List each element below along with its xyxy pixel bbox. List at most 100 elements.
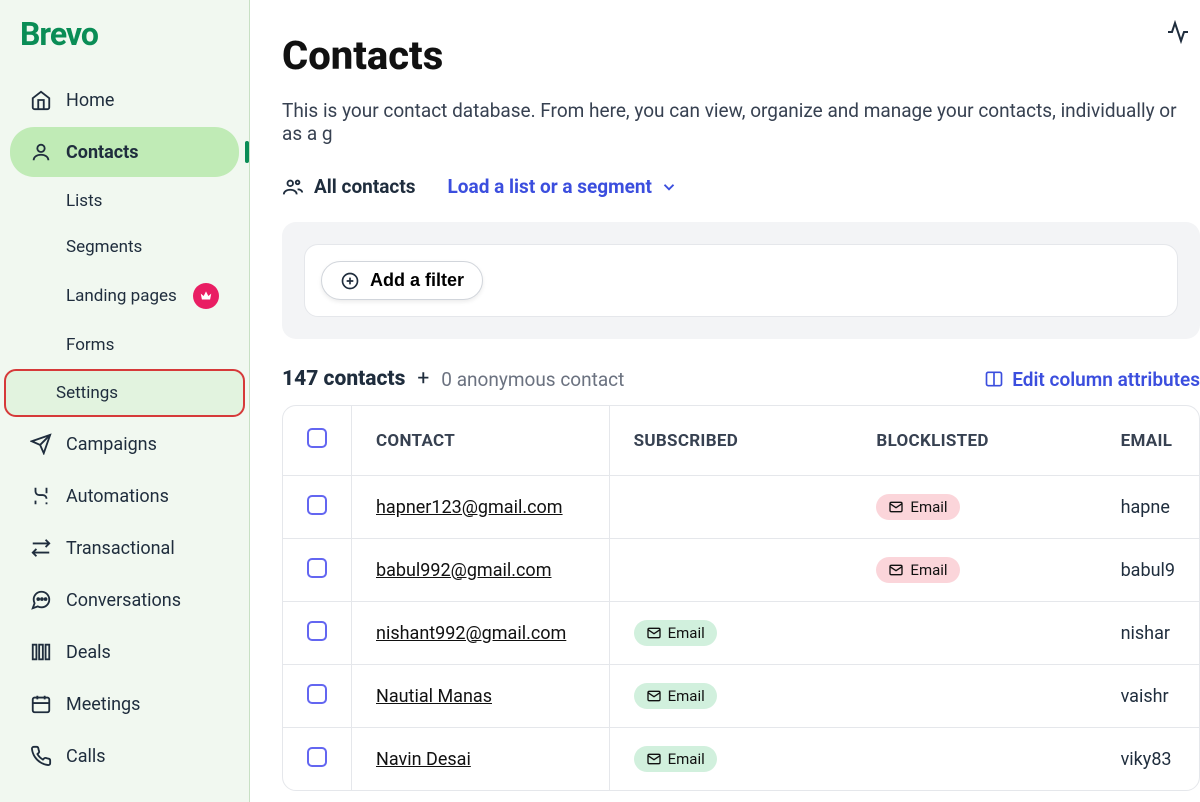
col-blocklisted[interactable]: BLOCKLISTED	[852, 406, 1096, 476]
crown-badge-icon	[193, 283, 219, 309]
activity-icon[interactable]	[1166, 20, 1190, 48]
edit-column-attributes-button[interactable]: Edit column attributes	[984, 368, 1200, 391]
pill-label: Email	[668, 624, 705, 642]
table-row[interactable]: Nautial Manas Email vaishr	[283, 665, 1199, 728]
contact-link[interactable]: Navin Desai	[376, 749, 471, 770]
subitem-label: Segments	[66, 237, 142, 257]
tab-all-contacts[interactable]: All contacts	[282, 175, 416, 198]
sidebar-item-label: Automations	[66, 486, 169, 507]
contacts-count: 147 contacts	[282, 367, 405, 391]
email-pill: Email	[634, 683, 717, 709]
sidebar-item-automations[interactable]: Automations	[10, 471, 239, 521]
row-checkbox[interactable]	[307, 684, 327, 704]
subitem-label: Lists	[66, 191, 102, 211]
sidebar-subitem-forms[interactable]: Forms	[10, 323, 239, 367]
page-title: Contacts	[282, 32, 1200, 79]
home-icon	[30, 89, 52, 111]
mail-icon	[888, 562, 904, 578]
row-checkbox[interactable]	[307, 747, 327, 767]
pill-label: Email	[910, 561, 947, 579]
subitem-label: Settings	[56, 383, 118, 403]
email-cell: hapne	[1097, 476, 1199, 539]
sidebar-item-deals[interactable]: Deals	[10, 627, 239, 677]
contacts-table-wrap: CONTACT SUBSCRIBED BLOCKLISTED EMAIL hap…	[282, 405, 1200, 791]
filter-panel: Add a filter	[282, 222, 1200, 339]
pill-label: Email	[910, 498, 947, 516]
email-cell: viky83	[1097, 728, 1199, 791]
count-row: 147 contacts + 0 anonymous contact Edit …	[282, 367, 1200, 391]
table-row[interactable]: hapner123@gmail.com Email hapne	[283, 476, 1199, 539]
contact-link[interactable]: babul992@gmail.com	[376, 560, 551, 581]
mail-icon	[646, 688, 662, 704]
row-checkbox[interactable]	[307, 495, 327, 515]
email-cell: nishar	[1097, 602, 1199, 665]
sidebar-item-label: Campaigns	[66, 434, 157, 455]
mail-icon	[646, 751, 662, 767]
sidebar-item-contacts[interactable]: Contacts	[10, 127, 239, 177]
col-email[interactable]: EMAIL	[1097, 406, 1199, 476]
plus-separator: +	[417, 367, 429, 391]
sidebar-subitem-settings[interactable]: Settings	[4, 369, 245, 417]
sidebar-item-label: Deals	[66, 642, 111, 663]
table-row[interactable]: babul992@gmail.com Email babul9	[283, 539, 1199, 602]
send-icon	[30, 433, 52, 455]
columns-icon	[984, 369, 1004, 389]
sidebar-subitem-segments[interactable]: Segments	[10, 225, 239, 269]
tab-label: All contacts	[314, 175, 416, 198]
brand-logo: Brevo	[0, 15, 249, 73]
sidebar-item-transactional[interactable]: Transactional	[10, 523, 239, 573]
row-checkbox[interactable]	[307, 558, 327, 578]
row-checkbox[interactable]	[307, 621, 327, 641]
email-pill: Email	[634, 620, 717, 646]
contact-link[interactable]: Nautial Manas	[376, 686, 492, 707]
contact-link[interactable]: nishant992@gmail.com	[376, 623, 566, 644]
mail-icon	[888, 499, 904, 515]
chat-icon	[30, 589, 52, 611]
email-pill: Email	[876, 557, 959, 583]
sidebar-item-label: Meetings	[66, 694, 140, 715]
tab-load-list-segment[interactable]: Load a list or a segment	[448, 175, 678, 198]
calendar-icon	[30, 693, 52, 715]
add-filter-label: Add a filter	[370, 270, 464, 291]
sidebar-item-campaigns[interactable]: Campaigns	[10, 419, 239, 469]
tab-label: Load a list or a segment	[448, 175, 652, 198]
table-row[interactable]: Navin Desai Email viky83	[283, 728, 1199, 791]
select-all-checkbox[interactable]	[307, 428, 327, 448]
sidebar-subitem-lists[interactable]: Lists	[10, 179, 239, 223]
subitem-label: Forms	[66, 335, 114, 355]
filter-inner: Add a filter	[304, 244, 1178, 317]
sidebar-item-meetings[interactable]: Meetings	[10, 679, 239, 729]
subitem-label: Landing pages	[66, 286, 177, 306]
col-subscribed[interactable]: SUBSCRIBED	[609, 406, 852, 476]
email-pill: Email	[876, 494, 959, 520]
contacts-table: CONTACT SUBSCRIBED BLOCKLISTED EMAIL hap…	[283, 406, 1199, 790]
sidebar: Brevo Home Contacts Lists Segments Landi…	[0, 0, 250, 802]
email-cell: babul9	[1097, 539, 1199, 602]
add-filter-button[interactable]: Add a filter	[321, 261, 483, 300]
sidebar-subitem-landing-pages[interactable]: Landing pages	[10, 271, 239, 321]
email-cell: vaishr	[1097, 665, 1199, 728]
col-contact[interactable]: CONTACT	[352, 406, 610, 476]
table-row[interactable]: nishant992@gmail.com Email nishar	[283, 602, 1199, 665]
contact-link[interactable]: hapner123@gmail.com	[376, 497, 563, 518]
pill-label: Email	[668, 750, 705, 768]
tabs-row: All contacts Load a list or a segment	[282, 175, 1200, 198]
sidebar-item-calls[interactable]: Calls	[10, 731, 239, 781]
sidebar-item-label: Calls	[66, 746, 106, 767]
sidebar-item-home[interactable]: Home	[10, 75, 239, 125]
count-left: 147 contacts + 0 anonymous contact	[282, 367, 624, 391]
transactional-icon	[30, 537, 52, 559]
table-header-row: CONTACT SUBSCRIBED BLOCKLISTED EMAIL	[283, 406, 1199, 476]
email-pill: Email	[634, 746, 717, 772]
contacts-icon	[30, 141, 52, 163]
sidebar-item-conversations[interactable]: Conversations	[10, 575, 239, 625]
edit-cols-label: Edit column attributes	[1012, 368, 1200, 391]
sidebar-item-label: Conversations	[66, 590, 181, 611]
deals-icon	[30, 641, 52, 663]
plus-circle-icon	[340, 271, 360, 291]
phone-icon	[30, 745, 52, 767]
page-subtitle: This is your contact database. From here…	[282, 99, 1200, 145]
mail-icon	[646, 625, 662, 641]
people-icon	[282, 176, 304, 198]
sidebar-item-label: Transactional	[66, 538, 175, 559]
